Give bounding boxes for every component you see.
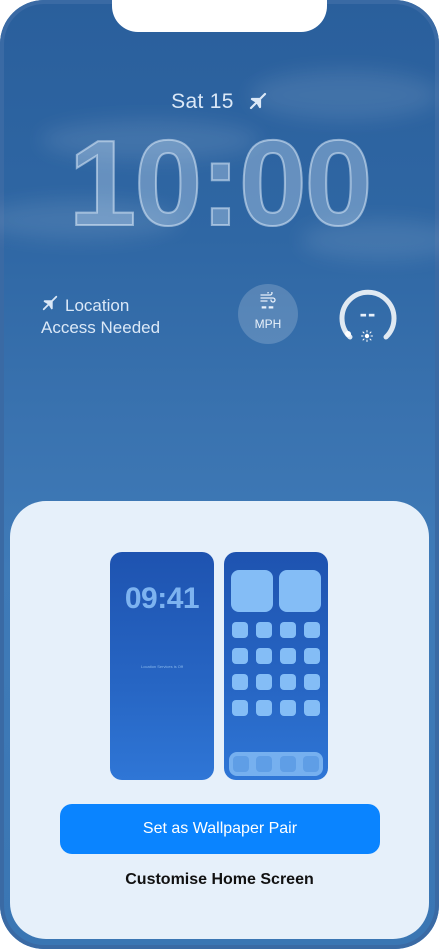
preview-app-icon [232,648,248,664]
location-sublabel: Access Needed [41,318,161,337]
preview-location-text: Location Services is Off [141,664,183,669]
lock-date: Sat 15 [0,90,439,117]
preview-app-icon [232,622,248,638]
location-label: Location [65,296,130,315]
sun-icon [361,329,373,347]
preview-app-icon [304,700,320,716]
airplane-icon [41,294,59,317]
lock-clock[interactable]: 10:00 [0,121,439,245]
preview-widget [231,570,273,612]
wind-widget[interactable]: -- MPH [238,284,298,344]
wind-unit: MPH [254,317,282,331]
preview-app-icon [280,622,296,638]
customise-home-screen-button[interactable]: Customise Home Screen [10,871,429,889]
preview-app-icon [232,700,248,716]
preview-dock [229,752,323,776]
preview-app-icon [232,674,248,690]
set-wallpaper-pair-button[interactable]: Set as Wallpaper Pair [60,804,380,854]
home-screen-preview[interactable] [224,552,328,780]
preview-widget [279,570,321,612]
preview-dock-icon [233,756,249,772]
preview-app-icon [256,700,272,716]
preview-app-icon [304,648,320,664]
preview-app-icon [280,674,296,690]
device-notch [112,0,327,32]
preview-app-icon [304,622,320,638]
airplane-icon [248,91,268,117]
date-text: Sat 15 [171,90,234,113]
wallpaper-pair-sheet: 09:41 Location Services is Off Set as Wa… [10,501,429,939]
location-widget[interactable]: Location Access Needed [41,294,160,338]
preview-dock-icon [256,756,272,772]
preview-time: 09:41 [124,582,200,615]
preview-app-icon [256,622,272,638]
preview-dock-icon [280,756,296,772]
preview-app-icon [256,674,272,690]
lock-screen-preview[interactable]: 09:41 Location Services is Off [110,552,214,780]
wind-icon [260,290,276,309]
preview-app-icon [280,648,296,664]
preview-app-icon [304,674,320,690]
uv-gauge-widget[interactable]: -- [336,285,400,349]
lock-screen: Sat 15 10:00 Location Access Needed -- M… [0,0,439,949]
preview-app-icon [280,700,296,716]
preview-app-icon [256,648,272,664]
gauge-value: -- [359,301,377,326]
preview-dock-icon [303,756,319,772]
